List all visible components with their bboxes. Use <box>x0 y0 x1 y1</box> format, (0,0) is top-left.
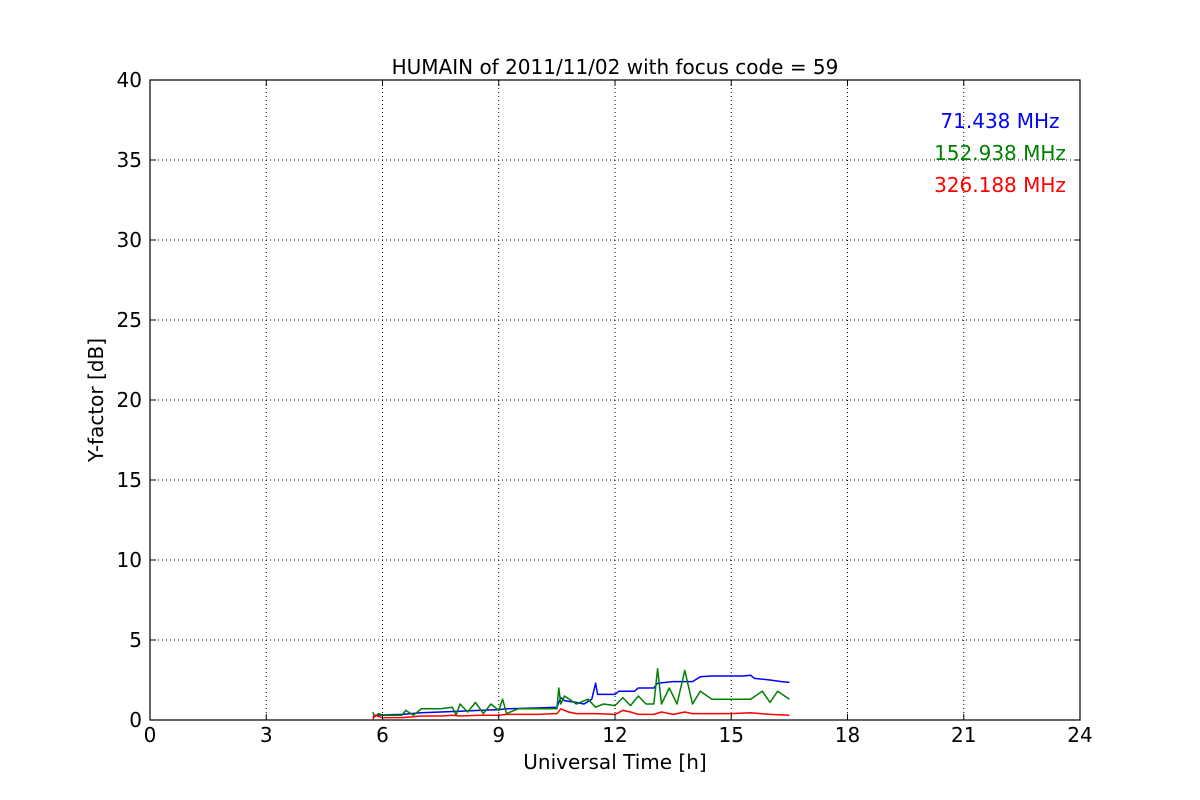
y-tick-label: 5 <box>129 628 142 652</box>
y-tick-label: 40 <box>117 68 142 92</box>
legend-entry-3: 326.188 MHz <box>934 173 1066 197</box>
y-tick-label: 25 <box>117 308 142 332</box>
chart-title: HUMAIN of 2011/11/02 with focus code = 5… <box>392 55 839 79</box>
y-tick-label: 10 <box>117 548 142 572</box>
legend: 71.438 MHz 152.938 MHz 326.188 MHz <box>934 109 1066 197</box>
y-tick-label: 20 <box>117 388 142 412</box>
x-tick-label: 21 <box>951 723 976 747</box>
x-tick-label: 3 <box>260 723 273 747</box>
legend-entry-2: 152.938 MHz <box>934 141 1066 165</box>
x-tick-label: 24 <box>1067 723 1092 747</box>
x-axis-label: Universal Time [h] <box>523 750 706 774</box>
y-tick-label: 0 <box>129 708 142 732</box>
y-tick-label: 35 <box>117 148 142 172</box>
chart-svg: 0 3 6 9 12 15 18 21 24 0 5 10 15 20 25 30 35 40 71.438 MH… <box>0 0 1200 800</box>
x-tick-label: 15 <box>719 723 744 747</box>
x-tick-label: 6 <box>376 723 389 747</box>
x-tick-label: 18 <box>835 723 860 747</box>
x-tick-label: 12 <box>602 723 627 747</box>
x-tick-label: 0 <box>144 723 157 747</box>
x-tick-label: 9 <box>492 723 505 747</box>
y-tick-label: 30 <box>117 228 142 252</box>
y-tick-label: 15 <box>117 468 142 492</box>
y-axis-label: Y-factor [dB] <box>84 338 108 463</box>
legend-entry-1: 71.438 MHz <box>940 109 1059 133</box>
